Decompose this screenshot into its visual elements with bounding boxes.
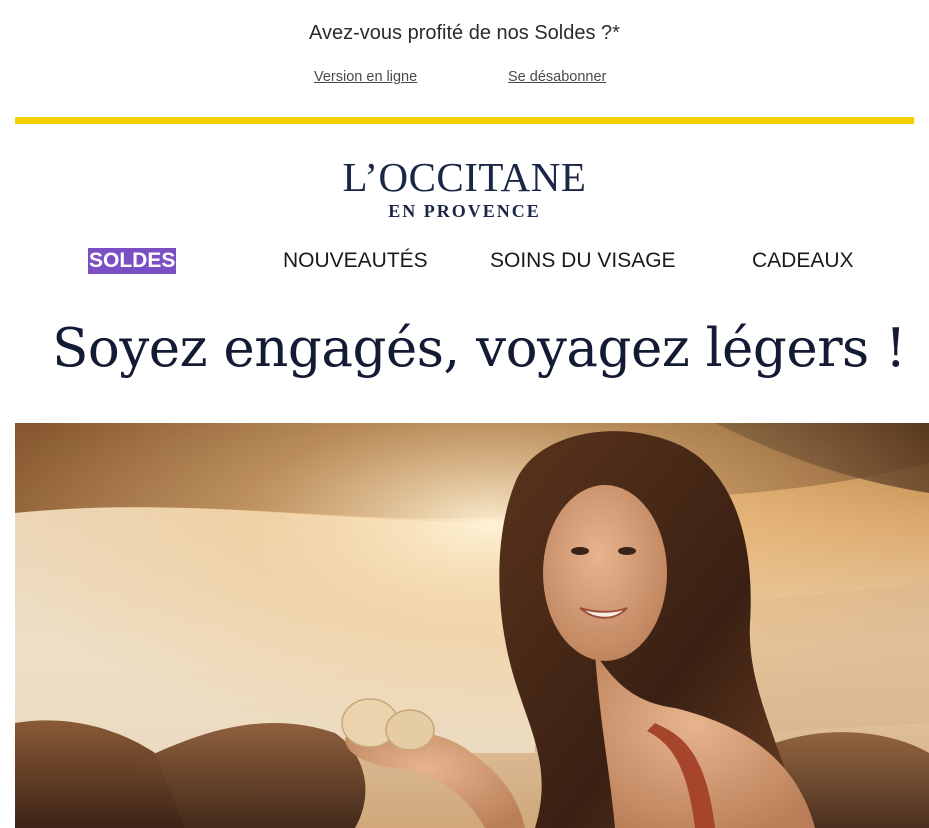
nav-item-soldes[interactable]: SOLDES	[88, 248, 177, 274]
main-nav: SOLDES NOUVEAUTÉS SOINS DU VISAGE CADEAU…	[0, 248, 929, 276]
hero-image[interactable]	[15, 423, 929, 828]
preheader-text: Avez-vous profité de nos Soldes ?*	[309, 22, 620, 44]
top-links: Version en ligne Se désabonner	[0, 69, 929, 91]
headline: Soyez engagés, voyagez légers !	[52, 318, 906, 379]
nav-item-cadeaux[interactable]: CADEAUX	[752, 248, 854, 274]
brand-name: L’OCCITANE	[342, 154, 587, 200]
unsubscribe-link[interactable]: Se désabonner	[508, 69, 606, 85]
hero-illustration	[15, 423, 929, 828]
nav-item-soins-du-visage[interactable]: SOINS DU VISAGE	[490, 248, 676, 274]
brand-subtitle: EN PROVENCE	[388, 201, 541, 221]
brand-logo[interactable]: L’OCCITANE EN PROVENCE	[0, 155, 929, 222]
nav-item-nouveautes[interactable]: NOUVEAUTÉS	[283, 248, 428, 274]
yellow-divider	[15, 117, 914, 124]
online-version-link[interactable]: Version en ligne	[314, 69, 417, 85]
